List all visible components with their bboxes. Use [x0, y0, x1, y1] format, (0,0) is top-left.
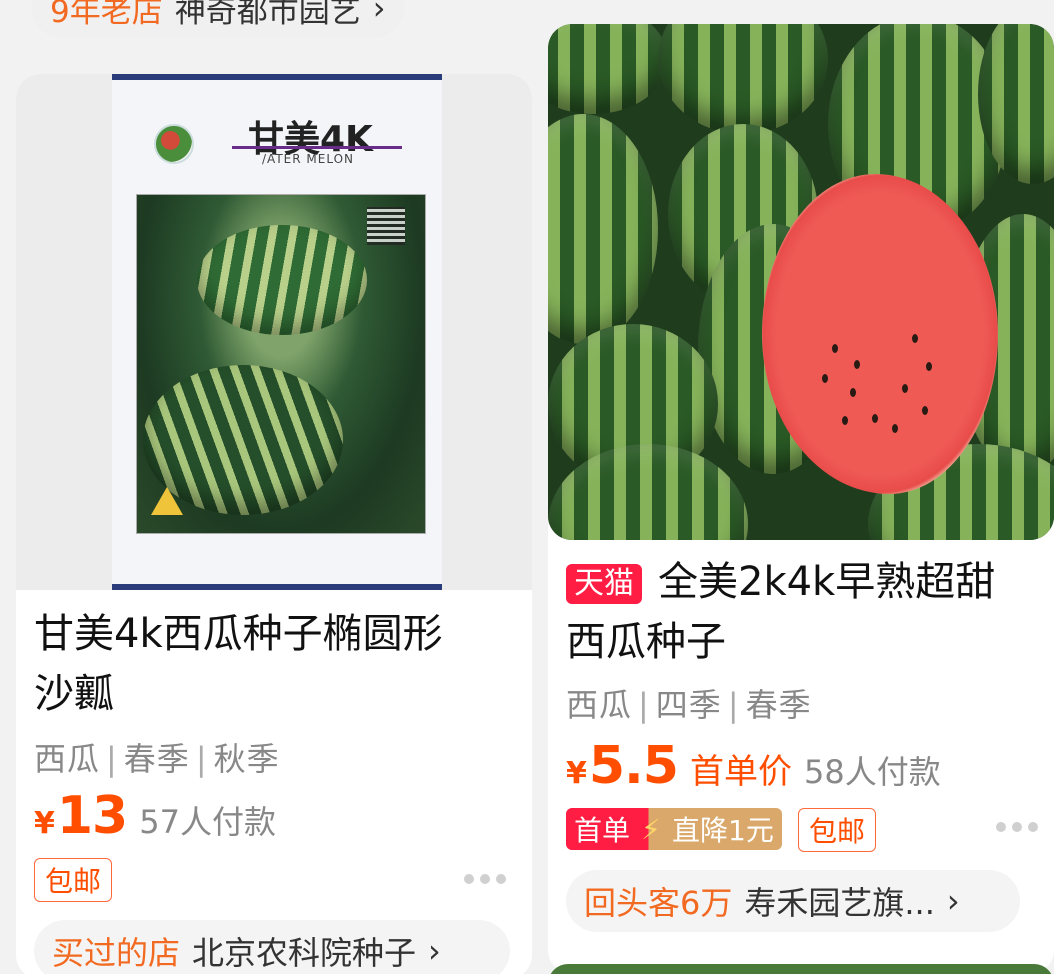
price: 13 [56, 786, 128, 846]
product-tags: 西瓜 | 春季 | 秋季 [34, 740, 280, 778]
store-badge: 9年老店 [50, 0, 163, 30]
packet-subtitle: /ATER MELON [262, 152, 354, 166]
product-card-2[interactable]: 天猫 全美2k4k早熟超甜 西瓜种子 西瓜 | 四季 | 春季 ¥ 5.5 首单价 58… [548, 24, 1054, 974]
store-link[interactable]: 回头客6万 寿禾园艺旗... › [566, 870, 1020, 932]
chevron-right-icon: › [428, 932, 441, 970]
title-line: 沙瓤 [34, 671, 114, 717]
title-line: 西瓜种子 [566, 619, 726, 665]
qr-code-icon [367, 207, 405, 245]
more-options-icon[interactable] [996, 822, 1038, 832]
product-tags: 西瓜 | 四季 | 春季 [566, 686, 812, 724]
watermelon-graphic [197, 225, 367, 335]
packet-divider [232, 146, 402, 149]
tag: 西瓜 [566, 686, 633, 724]
next-product-image-peek[interactable] [548, 964, 1054, 974]
tag: 秋季 [213, 740, 280, 778]
product-title[interactable]: 全美2k4k早熟超甜 西瓜种子 [566, 552, 995, 672]
watermelon-graphic [658, 24, 828, 134]
top-store-chip[interactable]: 9年老店 神奇都市园艺 › [32, 0, 404, 38]
currency-symbol: ¥ [34, 806, 55, 841]
free-shipping-badge: 包邮 [34, 858, 113, 902]
promo-first-order: 首单 [566, 808, 639, 850]
watermelon-graphic [548, 24, 668, 114]
store-name: 寿禾园艺旗... [744, 884, 935, 922]
lightning-icon: ⚡ [638, 808, 665, 850]
tag: 四季 [655, 686, 722, 724]
more-options-icon[interactable] [464, 874, 506, 884]
tag: 春季 [745, 686, 812, 724]
brand-logo-icon [154, 124, 194, 164]
product-title[interactable]: 甘美4k西瓜种子椭圆形 沙瓤 [34, 604, 443, 724]
title-line: 甘美4k西瓜种子椭圆形 [34, 611, 443, 657]
paid-count: 58人付款 [804, 753, 941, 791]
seed-packet-image: 甘美4K /ATER MELON [112, 74, 442, 590]
store-link[interactable]: 买过的店 北京农科院种子 › [34, 920, 510, 974]
price-row: ¥ 13 57人付款 [34, 786, 276, 846]
tag: 春季 [123, 740, 190, 778]
first-order-price-label: 首单价 [690, 752, 792, 792]
price: 5.5 [588, 736, 679, 796]
chevron-right-icon: › [946, 882, 960, 920]
promo-badge: 首单 ⚡ 直降1元 [566, 808, 782, 850]
product-feed: 9年老店 神奇都市园艺 › 甘美4K /ATER MELON 甘美4k西瓜种子椭… [0, 0, 1054, 974]
product-image[interactable]: 甘美4K /ATER MELON [16, 74, 532, 590]
currency-symbol: ¥ [566, 756, 587, 791]
product-card-1[interactable]: 甘美4K /ATER MELON 甘美4k西瓜种子椭圆形 沙瓤 西瓜 | 春季 | 秋季… [16, 74, 532, 974]
promo-discount: 直降1元 [664, 808, 782, 850]
paid-count: 57人付款 [139, 803, 276, 841]
store-name: 神奇都市园艺 [174, 0, 361, 30]
title-line: 全美2k4k早熟超甜 [658, 559, 996, 605]
store-label: 回头客6万 [584, 884, 733, 922]
tag: 西瓜 [34, 740, 101, 778]
packet-band [112, 584, 442, 590]
store-name: 北京农科院种子 [192, 934, 417, 972]
packet-photo [136, 194, 426, 534]
chevron-right-icon: › [372, 0, 386, 27]
hazard-icon [151, 487, 183, 515]
free-shipping-badge: 包邮 [798, 808, 877, 852]
watermelon-graphic [548, 114, 658, 344]
product-image[interactable] [548, 24, 1054, 540]
store-label: 买过的店 [52, 934, 181, 972]
price-row: ¥ 5.5 首单价 58人付款 [566, 736, 941, 796]
